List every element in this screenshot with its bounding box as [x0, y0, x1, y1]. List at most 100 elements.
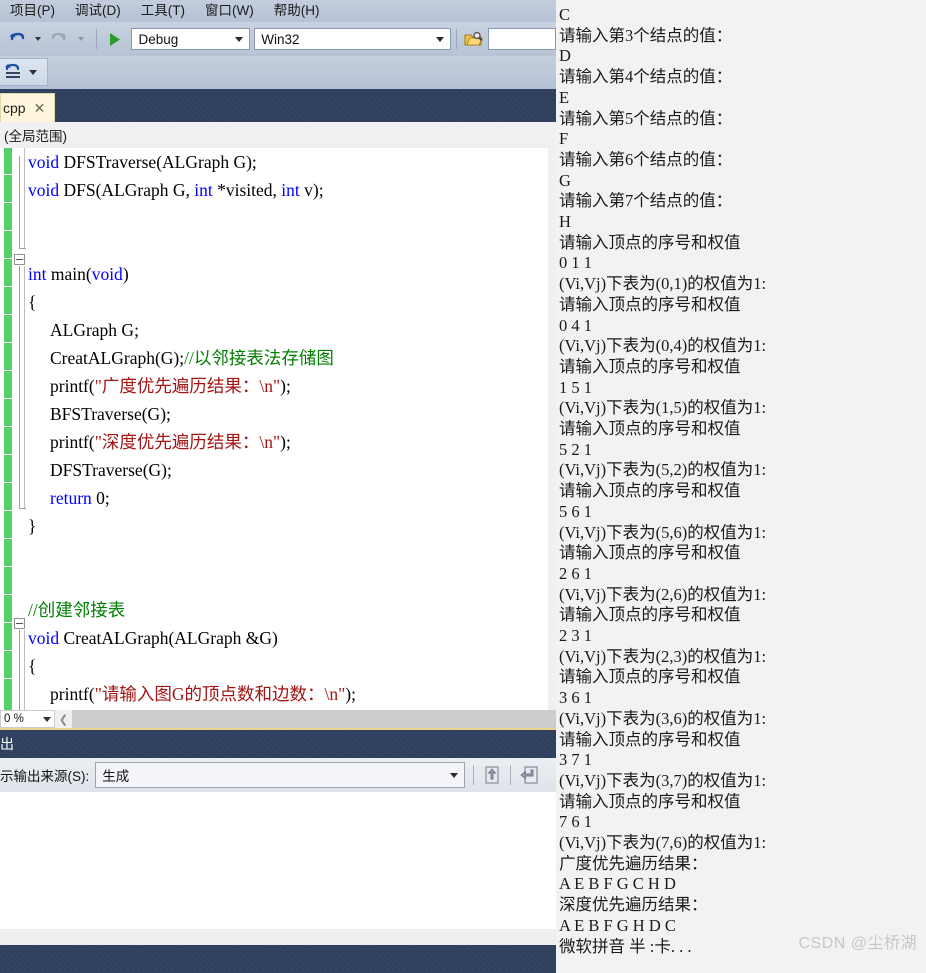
- output-pane-bottom-strip: [0, 929, 556, 945]
- solution-platform-combo[interactable]: Win32: [254, 28, 451, 50]
- output-pane-titlebar: 出: [0, 730, 556, 758]
- chevron-down-icon: [450, 772, 459, 778]
- output-pane: 出 示输出来源(S): 生成: [0, 730, 556, 973]
- find-in-files-icon[interactable]: [462, 28, 485, 50]
- code-text[interactable]: void DFSTraverse(ALGraph G); void DFS(ALG…: [0, 148, 556, 710]
- code-line: void CreatALGraph(ALGraph &G): [28, 624, 278, 652]
- code-line: //创建邻接表: [28, 596, 125, 624]
- output-pane-toolbar: 示输出来源(S): 生成: [0, 758, 556, 793]
- menu-item-tools[interactable]: 工具(T): [131, 0, 195, 22]
- code-token: void: [91, 264, 123, 284]
- redo-dropdown-icon[interactable]: [70, 28, 91, 50]
- menu-item-window[interactable]: 窗口(W): [195, 0, 264, 22]
- output-source-label: 示输出来源(S):: [0, 769, 90, 784]
- close-icon[interactable]: ✕: [34, 100, 46, 117]
- solution-configuration-combo[interactable]: Debug: [131, 28, 251, 50]
- console-line: 请输入第5个结点的值：: [559, 108, 733, 128]
- document-tab-label: cpp: [3, 100, 26, 116]
- code-token: main(: [46, 264, 92, 284]
- console-line: 微软拼音 半 :卡. . .: [559, 936, 692, 956]
- editor-zoom-combo[interactable]: 0 %: [0, 710, 55, 728]
- code-token: int: [194, 180, 213, 200]
- code-token: {: [28, 292, 37, 312]
- navigation-bar: (全局范围): [0, 122, 556, 149]
- menu-item-project[interactable]: 项目(P): [0, 0, 65, 22]
- code-token: //创建邻接表: [28, 600, 126, 620]
- scope-combo-value[interactable]: (全局范围): [0, 125, 67, 145]
- go-to-previous-message-icon[interactable]: [479, 764, 505, 786]
- standard-toolbar: Debug Win32: [0, 22, 556, 56]
- watermark: CSDN @尘桥湖: [798, 935, 917, 952]
- menu-item-help[interactable]: 帮助(H): [264, 0, 330, 22]
- visual-studio-window: 项目(P) 调试(D) 工具(T) 窗口(W) 帮助(H) Debug Win3…: [0, 0, 556, 973]
- code-line: {: [28, 288, 36, 316]
- code-token: void: [28, 180, 60, 200]
- toolbar-separator: [473, 765, 475, 785]
- code-token: printf(: [50, 684, 95, 704]
- code-token: 0;: [91, 488, 110, 508]
- output-source-value: 生成: [102, 769, 130, 784]
- output-source-combo[interactable]: 生成: [95, 762, 466, 788]
- toolbar-overflow-icon[interactable]: [25, 61, 39, 83]
- chevron-down-icon: [235, 36, 244, 42]
- code-line: {: [28, 652, 36, 680]
- undo-icon[interactable]: [6, 28, 27, 50]
- code-token: printf(: [50, 432, 95, 452]
- code-token: ALGraph G;: [50, 320, 139, 340]
- code-token: );: [345, 684, 356, 704]
- code-token: DFS(ALGraph G,: [59, 180, 195, 200]
- code-editor[interactable]: void DFSTraverse(ALGraph G); void DFS(ALG…: [0, 148, 556, 710]
- solution-configuration-value: Debug: [138, 31, 179, 47]
- solution-platform-value: Win32: [261, 31, 300, 47]
- menu-bar: 项目(P) 调试(D) 工具(T) 窗口(W) 帮助(H): [0, 0, 556, 22]
- document-tab-strip: cpp ✕: [0, 89, 556, 122]
- secondary-toolbar-group: [0, 58, 48, 86]
- code-token: DFSTraverse(ALGraph G);: [59, 152, 257, 172]
- editor-zoom-value: 0 %: [4, 713, 24, 725]
- screenshot-root: 项目(P) 调试(D) 工具(T) 窗口(W) 帮助(H) Debug Win3…: [0, 0, 926, 973]
- console-window[interactable]: C 请输入第3个结点的值： D 请输入第4个结点的值： E 请输入第5个结点的值： F 请输入…: [556, 0, 926, 973]
- code-token: void: [28, 628, 60, 648]
- go-to-next-message-icon[interactable]: [516, 764, 542, 786]
- code-line: printf("请输入图G的顶点数和边数：\n");: [50, 680, 356, 708]
- quick-find-input[interactable]: [487, 28, 556, 50]
- code-token: "广度优先遍历结果：\n": [94, 376, 281, 396]
- code-token: ): [122, 264, 129, 284]
- code-line: BFSTraverse(G);: [50, 400, 171, 428]
- code-token: }: [28, 516, 37, 536]
- horizontal-scrollbar-track[interactable]: [72, 710, 556, 728]
- editor-right-margin: [548, 148, 556, 710]
- chevron-down-icon: [43, 716, 51, 722]
- menu-item-debug[interactable]: 调试(D): [65, 0, 131, 22]
- code-token: return: [50, 488, 92, 508]
- console-line: 请输入第3个结点的值：: [559, 25, 733, 45]
- document-tab[interactable]: cpp ✕: [0, 93, 55, 122]
- code-line: int main(void): [28, 260, 129, 288]
- code-line: DFSTraverse(G);: [50, 456, 172, 484]
- code-token: "深度优先遍历结果：\n": [94, 432, 281, 452]
- start-debugging-icon[interactable]: [102, 28, 127, 50]
- code-token: printf(: [50, 376, 95, 396]
- scroll-left-icon[interactable]: ❮: [55, 710, 72, 728]
- code-token: BFSTraverse(G);: [50, 404, 171, 424]
- code-token: );: [280, 432, 291, 452]
- console-line: 请输入第4个结点的值：: [559, 67, 733, 87]
- secondary-toolbar: [0, 56, 556, 89]
- redo-icon[interactable]: [49, 28, 70, 50]
- code-line: printf("深度优先遍历结果：\n");: [50, 428, 291, 456]
- console-line: 请输入第7个结点的值：: [559, 191, 733, 211]
- toolbar-separator: [96, 29, 98, 49]
- code-token: );: [280, 376, 291, 396]
- undo-dropdown-icon[interactable]: [27, 28, 48, 50]
- console-line: 请输入第6个结点的值：: [559, 149, 733, 169]
- undo-list-icon[interactable]: [3, 61, 25, 83]
- editor-horizontal-scrollbar-row: 0 % ❮: [0, 710, 556, 728]
- code-line: }: [28, 512, 36, 540]
- code-line: void DFS(ALGraph G, int *visited, int v)…: [28, 176, 324, 204]
- code-line: return 0;: [50, 484, 110, 512]
- code-line: void DFSTraverse(ALGraph G);: [28, 148, 257, 176]
- code-token: CreatALGraph(ALGraph &G): [59, 628, 278, 648]
- chevron-down-icon: [435, 36, 444, 42]
- code-line: printf("广度优先遍历结果：\n");: [50, 372, 291, 400]
- code-token: *visited,: [212, 180, 282, 200]
